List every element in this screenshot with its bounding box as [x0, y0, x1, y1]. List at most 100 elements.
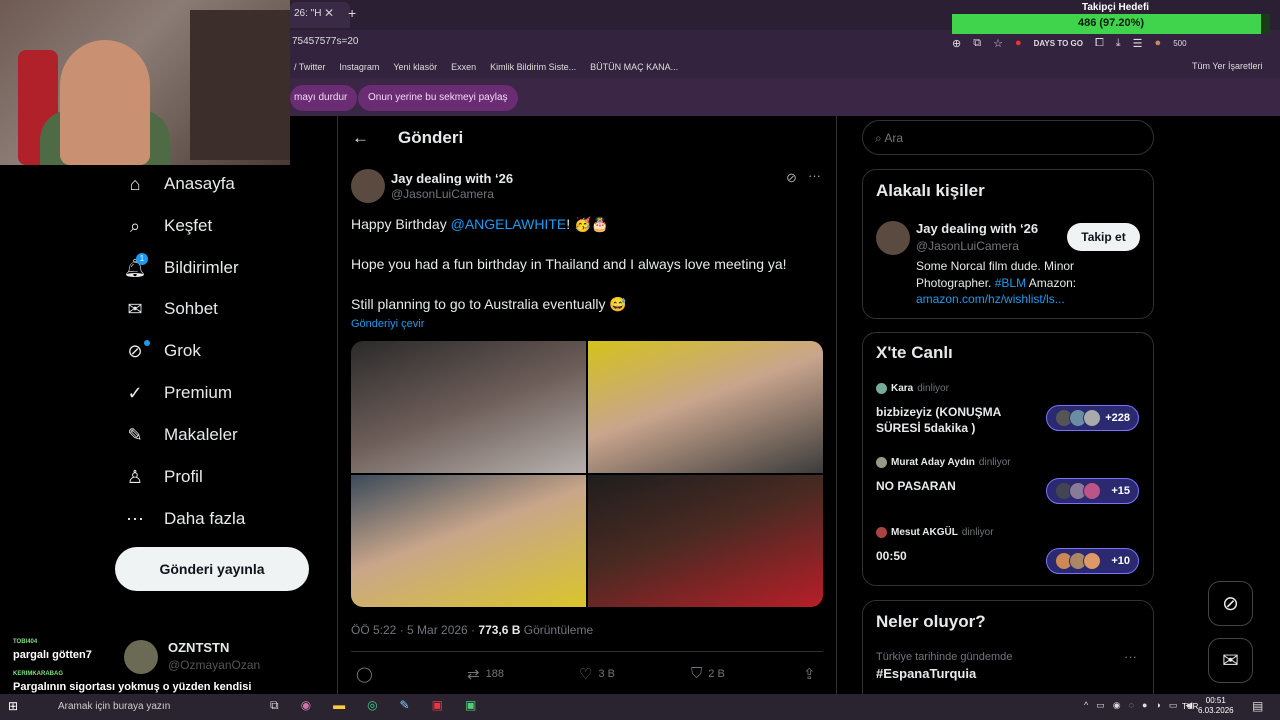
listening-label: dinliyor	[961, 527, 994, 538]
space-title[interactable]: 00:50	[876, 548, 1036, 564]
back-arrow-icon[interactable]: ←	[352, 128, 369, 148]
start-icon[interactable]: ⊞	[8, 699, 18, 713]
url-text[interactable]: 75457577s=20	[292, 36, 358, 47]
space-listeners-pill[interactable]: +228	[1046, 405, 1139, 431]
grok-icon[interactable]: ⊘	[1208, 581, 1253, 626]
post-image[interactable]	[588, 475, 823, 607]
bookmark-mac[interactable]: BÜTÜN MAÇ KANA...	[590, 62, 678, 72]
tray-icon[interactable]: ●	[1142, 700, 1147, 711]
avatar	[876, 527, 887, 538]
explorer-icon[interactable]: ▬	[333, 698, 345, 713]
page-title: Gönderi	[398, 128, 464, 147]
listening-label: dinliyor	[917, 383, 949, 394]
nav-messages[interactable]: ✉ Sohbet	[124, 298, 217, 320]
nav-home[interactable]: ⌂ Anasayfa	[124, 173, 235, 195]
more-options-icon[interactable]: ···	[808, 168, 821, 183]
app-icon[interactable]: ▣	[432, 698, 443, 713]
space-title[interactable]: NO PASARAN	[876, 478, 1036, 494]
post-image[interactable]	[351, 341, 586, 473]
taskbar-apps: ⧉ ◉ ▬ ◎ ✎ ▣ ▣	[270, 698, 476, 713]
reply-button[interactable]: ◯	[356, 665, 373, 683]
retweet-count: 188	[485, 668, 504, 680]
author-name[interactable]: Jay dealing with ‘26	[391, 171, 513, 186]
space-listeners-pill[interactable]: +15	[1046, 478, 1139, 504]
new-tab-icon[interactable]: +	[348, 5, 356, 21]
share-button[interactable]: ⇪	[803, 665, 816, 683]
grok-icon[interactable]: ⊘	[786, 170, 797, 186]
avatar	[1083, 409, 1101, 427]
bio-link[interactable]: amazon.com/hz/wishlist/ls...	[916, 292, 1065, 306]
nav-grok[interactable]: ⊘ Grok	[124, 340, 200, 362]
media-icon[interactable]: ☰	[1133, 37, 1143, 50]
tray-icon[interactable]: ◑	[1155, 700, 1160, 711]
follow-button[interactable]: Takip et	[1067, 223, 1140, 251]
share-this-tab-button[interactable]: Onun yerine bu sekmeyi paylaş	[358, 85, 518, 111]
relevant-people-title: Alakalı kişiler	[876, 181, 985, 200]
post-image[interactable]	[588, 341, 823, 473]
bookmark-kimlik[interactable]: Kimlik Bildirim Siste...	[490, 62, 576, 72]
nav-profile[interactable]: ♙ Profil	[124, 466, 203, 488]
translate-link[interactable]: Gönderiyi çevir	[351, 318, 424, 330]
post-image[interactable]	[351, 475, 586, 607]
bookmark-twitter[interactable]: / Twitter	[294, 62, 325, 72]
app-icon[interactable]: ▣	[465, 698, 476, 713]
mail-icon[interactable]: ✉	[1208, 638, 1253, 683]
days-to-go-extension[interactable]: DAYS TO GO	[1034, 39, 1083, 48]
hashtag-link[interactable]: #BLM	[995, 276, 1026, 290]
nav-articles[interactable]: ✎ Makaleler	[124, 424, 237, 446]
nav-premium[interactable]: ✓ Premium	[124, 382, 232, 404]
install-icon[interactable]: ⧉	[973, 37, 981, 50]
star-icon[interactable]: ☆	[993, 37, 1003, 50]
taskbar-clock[interactable]: 00:51 6.03.2026	[1198, 696, 1234, 716]
host-name: Kara	[891, 383, 914, 394]
mention-link[interactable]: @ANGELAWHITE	[451, 216, 567, 232]
author-handle[interactable]: @JasonLuiCamera	[391, 187, 494, 201]
taskbar-search[interactable]: Aramak için buraya yazın	[40, 698, 260, 716]
more-options-icon[interactable]: ···	[1124, 649, 1137, 664]
extension-icon[interactable]: ●	[1015, 37, 1022, 49]
tray-icon[interactable]: ◉	[1113, 700, 1121, 711]
post-button[interactable]: Gönderi yayınla	[115, 547, 309, 591]
nav-explore[interactable]: ⌕ Keşfet	[124, 215, 212, 237]
download-icon[interactable]: ⤓	[1116, 37, 1121, 50]
zoom-icon[interactable]: ⊕	[952, 37, 961, 50]
chevron-up-icon[interactable]: ^	[1084, 700, 1088, 711]
tray-icon[interactable]: ▭	[1096, 700, 1105, 711]
stop-sharing-button[interactable]: mayı durdur	[290, 85, 358, 111]
taskview-icon[interactable]: ⧉	[270, 698, 279, 713]
relevant-person-handle[interactable]: @JasonLuiCamera	[916, 239, 1019, 253]
trend-name[interactable]: #EspanaTurquia	[876, 666, 976, 681]
space-listeners-pill[interactable]: +10	[1046, 548, 1139, 574]
retweet-button[interactable]: ⇄ 188	[467, 665, 504, 683]
close-icon[interactable]: ✕	[324, 6, 334, 20]
avatar[interactable]	[876, 221, 910, 255]
system-tray: ^ ▭ ◉ ◌ ● ◑ ▭ ◀	[1084, 700, 1192, 711]
bookmark-button[interactable]: ⛉ 2 B	[691, 665, 725, 682]
nav-more[interactable]: ⋯ Daha fazla	[124, 508, 245, 530]
avatar	[876, 383, 887, 394]
input-language[interactable]: TUR	[1182, 702, 1198, 711]
notification-center-icon[interactable]: ▤	[1252, 699, 1263, 713]
browser-tab[interactable]: 26: "H	[290, 2, 350, 28]
bookmark-folder[interactable]: Yeni klasör	[393, 62, 437, 72]
bookmark-instagram[interactable]: Instagram	[339, 62, 379, 72]
profile-avatar[interactable]: ●	[1155, 37, 1162, 49]
like-button[interactable]: ♡ 3 B	[579, 665, 615, 683]
bookmark-exxen[interactable]: Exxen	[451, 62, 476, 72]
post-media-grid[interactable]	[351, 341, 823, 607]
listener-count: +10	[1111, 555, 1130, 567]
network-icon[interactable]: ▭	[1169, 700, 1178, 711]
tray-icon[interactable]: ◌	[1129, 700, 1134, 711]
app-icon[interactable]: ✎	[400, 698, 410, 713]
person-icon: ♙	[126, 466, 144, 487]
share-icon: ⇪	[803, 666, 816, 683]
all-bookmarks[interactable]: Tüm Yer İşaretleri	[1192, 61, 1263, 71]
puzzle-icon[interactable]: ⧠	[1095, 37, 1104, 50]
grok-icon: ⊘	[127, 340, 143, 361]
chrome-icon[interactable]: ◎	[367, 698, 377, 713]
copilot-icon[interactable]: ◉	[301, 698, 311, 713]
relevant-person-name[interactable]: Jay dealing with ‘26	[916, 221, 1038, 236]
search-input[interactable]: ⌕ Ara	[862, 120, 1154, 155]
space-title[interactable]: bizbizeyiz (KONUŞMA SÜRESİ 5dakika )	[876, 404, 1036, 436]
avatar[interactable]	[351, 169, 385, 203]
